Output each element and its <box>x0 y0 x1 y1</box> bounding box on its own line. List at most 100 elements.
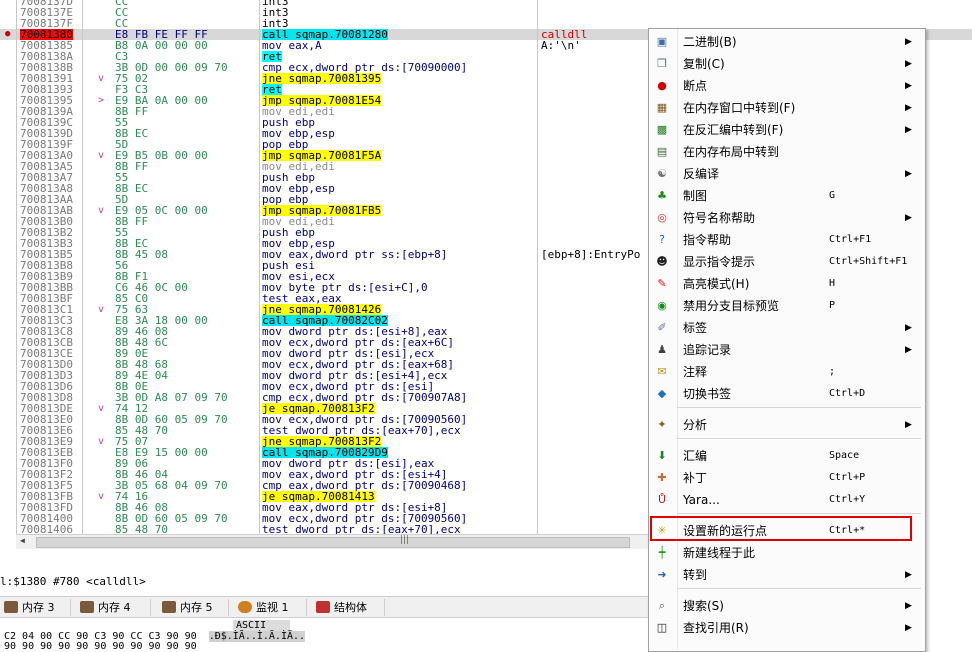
menu-item-label: 禁用分支目标预览 <box>683 299 780 313</box>
jump-arrow-icon: v <box>98 304 105 315</box>
new-thread-icon: ┿ <box>658 546 666 559</box>
patch-icon: ✚ <box>657 471 667 484</box>
memory-icon <box>162 601 176 613</box>
menu-item-graph[interactable]: ♣ 制图 G <box>649 186 925 206</box>
menu-item-shortcut: G <box>829 190 836 201</box>
menu-item-copy[interactable]: ❐ 复制(C) ▶ <box>649 54 925 74</box>
horizontal-scrollbar[interactable]: ◀ ||| <box>16 534 648 549</box>
highlighter-icon: ✎ <box>657 277 667 290</box>
menu-item-label: 二进制(B) <box>683 35 737 49</box>
menu-item-new-thread[interactable]: ┿ 新建线程于此 <box>649 543 925 563</box>
menu-item-label: 符号名称帮助 <box>683 211 756 225</box>
menu-item-label: 反编译 <box>683 167 720 181</box>
scrollbar-grip-icon: ||| <box>400 535 410 545</box>
menu-item-memory-map[interactable]: ▤ 在内存布局中转到 <box>649 142 925 162</box>
yara-icon: Ů <box>657 493 667 506</box>
tab-memory-4[interactable]: 内存 4 <box>76 599 151 616</box>
bytes-cell: B8 0A 00 00 00 <box>115 39 208 52</box>
jump-arrow-icon: v <box>98 205 105 216</box>
menu-separator <box>677 407 921 408</box>
scrollbar-thumb[interactable] <box>36 537 630 548</box>
menu-item-label: 标签 <box>683 321 708 335</box>
menu-item-penguin[interactable]: ☻ 显示指令提示 Ctrl+Shift+F1 <box>649 252 925 272</box>
memory-icon <box>80 601 94 613</box>
submenu-arrow-icon: ▶ <box>905 213 912 223</box>
hex-dump-row[interactable]: C2 04 00 CC 90 C3 90 CC C3 90 90 .Ð$.ÌÃ.… <box>4 631 306 652</box>
breakpoint-icon: ● <box>657 79 667 92</box>
menu-item-find-references[interactable]: ◫ 查找引用(R) ▶ <box>649 618 925 638</box>
tab-memory-5[interactable]: 内存 5 <box>158 599 229 616</box>
menu-item-decompile[interactable]: ☯ 反编译 ▶ <box>649 164 925 184</box>
decompile-icon: ☯ <box>657 167 667 180</box>
footprint-icon: ♟ <box>657 343 667 356</box>
submenu-arrow-icon: ▶ <box>905 81 912 91</box>
menu-item-goto[interactable]: ➜ 转到 ▶ <box>649 565 925 585</box>
menu-item-shortcut: ; <box>829 366 836 377</box>
memory-map-icon: ▤ <box>656 145 668 158</box>
context-menu: ▣ 二进制(B) ▶ ❐ 复制(C) ▶ ● 断点 ▶ ▦ 在内存窗口中转到(F) ▶ ▩ 在反汇编中转到… <box>648 28 926 652</box>
menu-item-assemble[interactable]: ⬇ 汇编 Space <box>649 446 925 466</box>
jump-arrow-icon: v <box>98 491 105 502</box>
memory-window-icon: ▦ <box>656 101 668 114</box>
menu-item-binary[interactable]: ▣ 二进制(B) ▶ <box>649 32 925 52</box>
hex-bytes-row2: 90 90 90 90 90 90 90 90 90 90 90 <box>4 641 197 652</box>
highlight-annotation-box <box>650 516 912 541</box>
menu-item-label: 切换书签 <box>683 387 732 401</box>
tab-memory-3[interactable]: 内存 3 <box>0 599 71 616</box>
menu-item-comment[interactable]: ✉ 注释; <box>649 362 925 382</box>
menu-item-shortcut: Ctrl+D <box>829 388 866 399</box>
jump-arrow-icon: > <box>98 95 105 106</box>
menu-item-memory-window[interactable]: ▦ 在内存窗口中转到(F) ▶ <box>649 98 925 118</box>
menu-item-footprint[interactable]: ♟ 追踪记录 ▶ <box>649 340 925 360</box>
menu-item-help[interactable]: ? 指令帮助 Ctrl+F1 <box>649 230 925 250</box>
help-icon: ? <box>659 233 665 246</box>
search-icon: ⌕ <box>658 599 666 612</box>
submenu-arrow-icon: ▶ <box>905 601 912 611</box>
menu-item-label: 补丁 <box>683 471 708 485</box>
menu-item-disassembly[interactable]: ▩ 在反汇编中转到(F) ▶ <box>649 120 925 140</box>
menu-item-shortcut: Ctrl+Y <box>829 494 866 505</box>
comment-icon: ✉ <box>657 365 667 378</box>
bookmark-icon: ◆ <box>657 387 667 400</box>
menu-item-label: 在反汇编中转到(F) <box>683 123 784 137</box>
menu-item-lifebuoy[interactable]: ◎ 符号名称帮助 ▶ <box>649 208 925 228</box>
menu-item-label: 搜索(S) <box>683 599 724 613</box>
jump-arrow-icon: v <box>98 73 105 84</box>
menu-item-preview[interactable]: ◉ 禁用分支目标预览 P <box>649 296 925 316</box>
disasm-row[interactable]: 7008137E CC int3 <box>0 7 972 18</box>
menu-item-highlighter[interactable]: ✎ 高亮模式(H) H <box>649 274 925 294</box>
tab-watch-1[interactable]: 监视 1 <box>234 599 307 616</box>
submenu-arrow-icon: ▶ <box>905 125 912 135</box>
assemble-icon: ⬇ <box>657 449 667 462</box>
penguin-icon: ☻ <box>656 255 668 268</box>
menu-item-label: 制图 <box>683 189 708 203</box>
graph-icon: ♣ <box>657 189 667 202</box>
menu-item-shortcut: Ctrl+F1 <box>829 234 872 245</box>
scroll-left-arrow-icon[interactable]: ◀ <box>20 536 25 545</box>
menu-separator <box>677 438 921 439</box>
submenu-arrow-icon: ▶ <box>905 37 912 47</box>
submenu-arrow-icon: ▶ <box>905 420 912 430</box>
menu-item-bookmark[interactable]: ◆ 切换书签 Ctrl+D <box>649 384 925 404</box>
menu-item-breakpoint[interactable]: ● 断点 ▶ <box>649 76 925 96</box>
comment-cell: A:'\n' <box>541 39 581 52</box>
hex-ascii: .Ð$.ÌÃ..Ì.Ã.ÌÃ.. <box>208 631 306 642</box>
submenu-arrow-icon: ▶ <box>905 623 912 633</box>
analysis-icon: ✦ <box>657 418 667 431</box>
disasm-row[interactable]: 7008137D CC int3 <box>0 0 972 7</box>
submenu-arrow-icon: ▶ <box>905 570 912 580</box>
menu-item-patch[interactable]: ✚ 补丁 Ctrl+P <box>649 468 925 488</box>
menu-item-yara[interactable]: Ů Yara... Ctrl+Y <box>649 490 925 510</box>
menu-item-search[interactable]: ⌕ 搜索(S) ▶ <box>649 596 925 616</box>
submenu-arrow-icon: ▶ <box>905 59 912 69</box>
menu-item-analysis[interactable]: ✦ 分析 ▶ <box>649 415 925 435</box>
menu-item-shortcut: Space <box>829 450 860 461</box>
menu-item-shortcut: Ctrl+P <box>829 472 866 483</box>
jump-arrow-icon: v <box>98 403 105 414</box>
menu-item-label: 注释 <box>683 365 708 379</box>
status-info: l:$1380 #780 <calldll> <box>0 575 146 588</box>
tab-struct[interactable]: 结构体 <box>312 599 385 616</box>
breakpoint-marker-icon: ● <box>5 29 11 39</box>
menu-item-label[interactable]: ✐ 标签 ▶ <box>649 318 925 338</box>
menu-item-shortcut: H <box>829 278 836 289</box>
